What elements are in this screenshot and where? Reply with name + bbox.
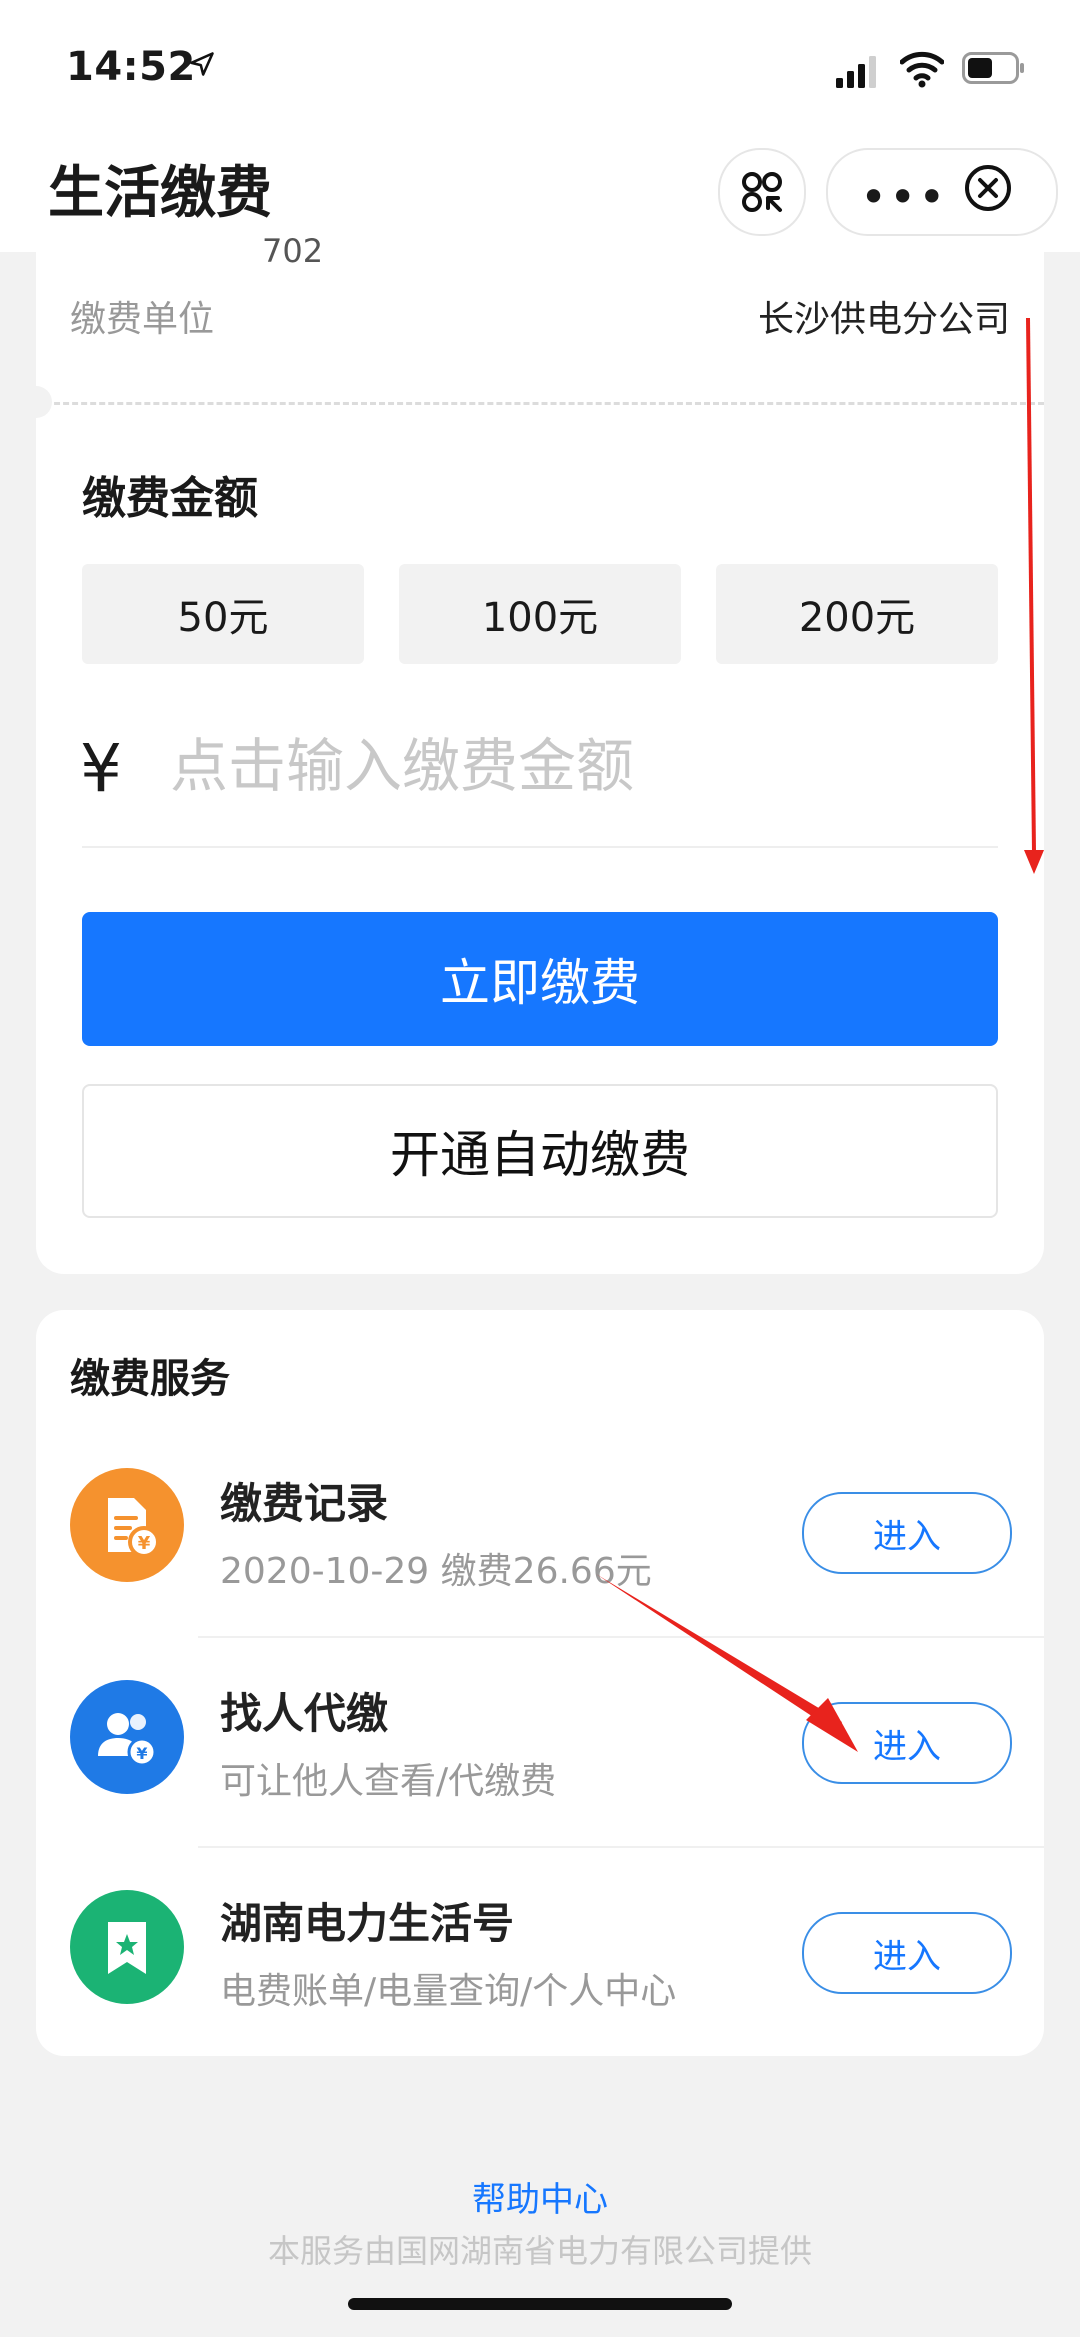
unit-label: 缴费单位 <box>70 299 215 340</box>
scan-code-icon <box>742 172 782 212</box>
service-subtitle-hunan-power: 电费账单/电量查询/个人中心 <box>220 1971 677 2012</box>
service-subtitle-records: 2020-10-29 缴费26.66元 <box>220 1551 652 1592</box>
card-notch <box>20 386 52 418</box>
auto-pay-button[interactable]: 开通自动缴费 <box>82 1084 998 1218</box>
enter-button-records[interactable]: 进入 <box>802 1492 1012 1574</box>
receipt-yuan-icon: ¥ <box>70 1468 184 1582</box>
amount-input[interactable] <box>170 726 990 806</box>
account-number-partial: 702 <box>262 232 324 270</box>
service-name-records: 缴费记录 <box>220 1479 389 1528</box>
bookmark-star-icon <box>70 1890 184 2004</box>
pay-now-button[interactable]: 立即缴费 <box>82 912 998 1046</box>
cellular-signal-icon <box>836 56 876 88</box>
input-underline <box>82 846 998 848</box>
home-indicator[interactable] <box>348 2298 732 2310</box>
scan-button[interactable] <box>718 148 806 236</box>
dashed-divider <box>36 402 1044 405</box>
amount-option-200[interactable]: 200元 <box>716 564 998 664</box>
location-arrow-icon <box>188 50 216 86</box>
amount-title: 缴费金额 <box>82 473 258 524</box>
close-icon[interactable] <box>964 164 1012 212</box>
services-title: 缴费服务 <box>70 1356 230 1402</box>
service-name-hunan-power: 湖南电力生活号 <box>220 1899 515 1948</box>
enter-button-hunan-power[interactable]: 进入 <box>802 1912 1012 1994</box>
currency-symbol: ¥ <box>80 730 122 807</box>
list-divider <box>198 1846 1044 1848</box>
enter-button-proxy[interactable]: 进入 <box>802 1702 1012 1784</box>
provider-text: 本服务由国网湖南省电力有限公司提供 <box>267 2232 812 2270</box>
list-divider <box>198 1636 1044 1638</box>
svg-text:¥: ¥ <box>136 1744 147 1763</box>
help-center-link[interactable]: 帮助中心 <box>0 2172 1080 2221</box>
amount-option-100[interactable]: 100元 <box>399 564 681 664</box>
users-yuan-icon: ¥ <box>70 1680 184 1794</box>
wifi-icon <box>899 50 945 88</box>
unit-value: 长沙供电分公司 <box>757 299 1010 340</box>
service-name-proxy: 找人代缴 <box>220 1689 389 1738</box>
more-dots-icon[interactable]: ••• <box>860 170 947 224</box>
service-subtitle-proxy: 可让他人查看/代缴费 <box>220 1761 557 1802</box>
page-title: 生活缴费 <box>48 161 272 226</box>
status-time: 14:52 <box>66 44 196 90</box>
svg-text:¥: ¥ <box>138 1533 151 1554</box>
amount-option-50[interactable]: 50元 <box>82 564 364 664</box>
battery-icon <box>962 52 1026 84</box>
